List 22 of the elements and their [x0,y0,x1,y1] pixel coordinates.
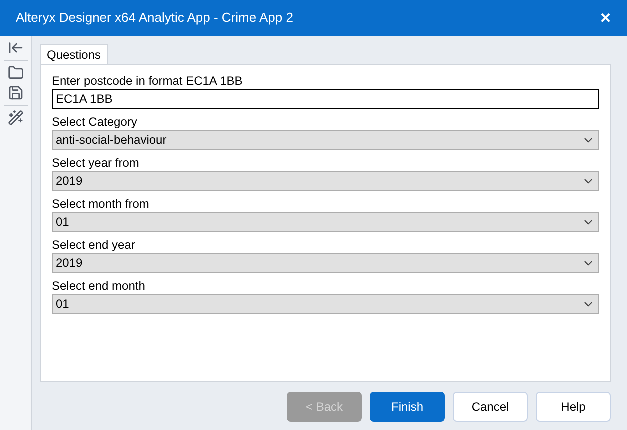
field-label: Select year from [52,155,140,171]
back-panel-icon[interactable] [8,40,24,56]
dialog-button[interactable]: Help [536,392,611,422]
field-label: Select end year [52,237,136,253]
postcode-field[interactable]: EC1A 1BB [52,89,599,109]
field-label: Enter postcode in format EC1A 1BB [52,73,244,89]
dropdown-field[interactable]: anti-social-behaviour [52,130,599,150]
save-icon[interactable] [8,85,24,101]
dropdown-field[interactable]: 01 [52,212,599,232]
window-title: Alteryx Designer x64 Analytic App - Crime App 2 [16,9,294,28]
dialog-button[interactable]: Finish [370,392,445,422]
dialog-button[interactable]: Cancel [453,392,528,422]
field-label: Select Category [52,114,138,130]
folder-icon[interactable] [8,65,24,81]
magic-wand-icon[interactable] [8,110,24,126]
field-label: Select month from [52,196,150,212]
dropdown-field[interactable]: 01 [52,294,599,314]
dropdown-field[interactable]: 2019 [52,253,599,273]
tab[interactable]: Questions [40,44,108,64]
dropdown-field[interactable]: 2019 [52,171,599,191]
field-label: Select end month [52,278,146,294]
close-button[interactable]: × [600,9,611,27]
